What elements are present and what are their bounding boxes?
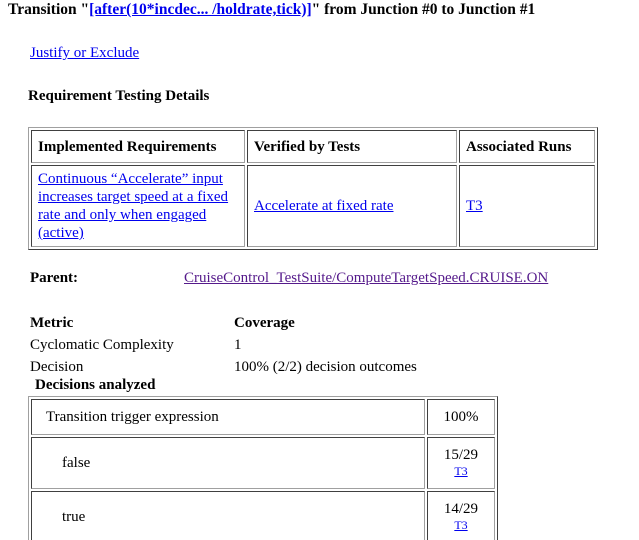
metric-value: 100% (2/2) decision outcomes: [234, 359, 417, 375]
run-link[interactable]: T3: [466, 198, 483, 214]
metric-row: Decision 100% (2/2) decision outcomes: [30, 356, 417, 378]
outcome-label: false: [31, 437, 425, 489]
decisions-table: Transition trigger expression 100% false…: [28, 396, 498, 540]
requirement-testing-heading: Requirement Testing Details: [28, 88, 210, 104]
col-implemented-requirements: Implemented Requirements: [31, 130, 245, 163]
page-title: Transition "[after(10*incdec... /holdrat…: [8, 1, 535, 19]
outcome-count: 14/29: [443, 501, 479, 517]
justify-or-exclude-link[interactable]: Justify or Exclude: [30, 45, 139, 61]
metric-header: Metric: [30, 315, 74, 331]
table-row: Continuous “Accelerate” input increases …: [31, 165, 595, 247]
parent-label: Parent:: [30, 270, 79, 286]
justify-section: Justify or Exclude: [30, 45, 139, 62]
test-link[interactable]: Accelerate at fixed rate: [254, 198, 393, 214]
outcome-run-link[interactable]: T3: [454, 464, 467, 478]
transition-link[interactable]: [after(10*incdec... /holdrate,tick)]: [89, 1, 312, 18]
outcome-label: true: [31, 491, 425, 540]
requirement-link[interactable]: Continuous “Accelerate” input increases …: [38, 171, 228, 241]
metric-name: Cyclomatic Complexity: [30, 337, 174, 353]
outcome-row-false: false 15/29 T3: [31, 437, 495, 489]
run-cell: T3: [459, 165, 595, 247]
metrics-table: Metric Coverage Cyclomatic Complexity 1 …: [30, 312, 417, 378]
outcome-value-cell: 15/29 T3: [426, 437, 495, 489]
outcome-value-cell: 14/29 T3: [426, 491, 495, 540]
title-suffix: " from Junction #0 to Junction #1: [311, 1, 536, 18]
parent-link[interactable]: CruiseControl_TestSuite/ComputeTargetSpe…: [184, 270, 548, 286]
title-prefix: Transition ": [8, 1, 90, 18]
metrics-header-row: Metric Coverage: [30, 312, 417, 334]
requirement-cell: Continuous “Accelerate” input increases …: [31, 165, 245, 247]
expression-value: 100%: [426, 399, 495, 435]
expression-row: Transition trigger expression 100%: [31, 399, 495, 435]
outcome-run-link[interactable]: T3: [454, 518, 467, 532]
test-cell: Accelerate at fixed rate: [247, 165, 457, 247]
expression-label: Transition trigger expression: [31, 399, 425, 435]
metric-row: Cyclomatic Complexity 1: [30, 334, 417, 356]
requirements-table: Implemented Requirements Verified by Tes…: [28, 127, 598, 250]
outcome-row-true: true 14/29 T3: [31, 491, 495, 540]
col-associated-runs: Associated Runs: [459, 130, 595, 163]
metric-name: Decision: [30, 359, 84, 375]
metric-value: 1: [234, 337, 242, 353]
decisions-analyzed-heading: Decisions analyzed: [35, 377, 156, 393]
outcome-count: 15/29: [443, 447, 479, 463]
col-verified-by-tests: Verified by Tests: [247, 130, 457, 163]
requirements-header-row: Implemented Requirements Verified by Tes…: [31, 130, 595, 163]
coverage-header: Coverage: [234, 315, 295, 331]
